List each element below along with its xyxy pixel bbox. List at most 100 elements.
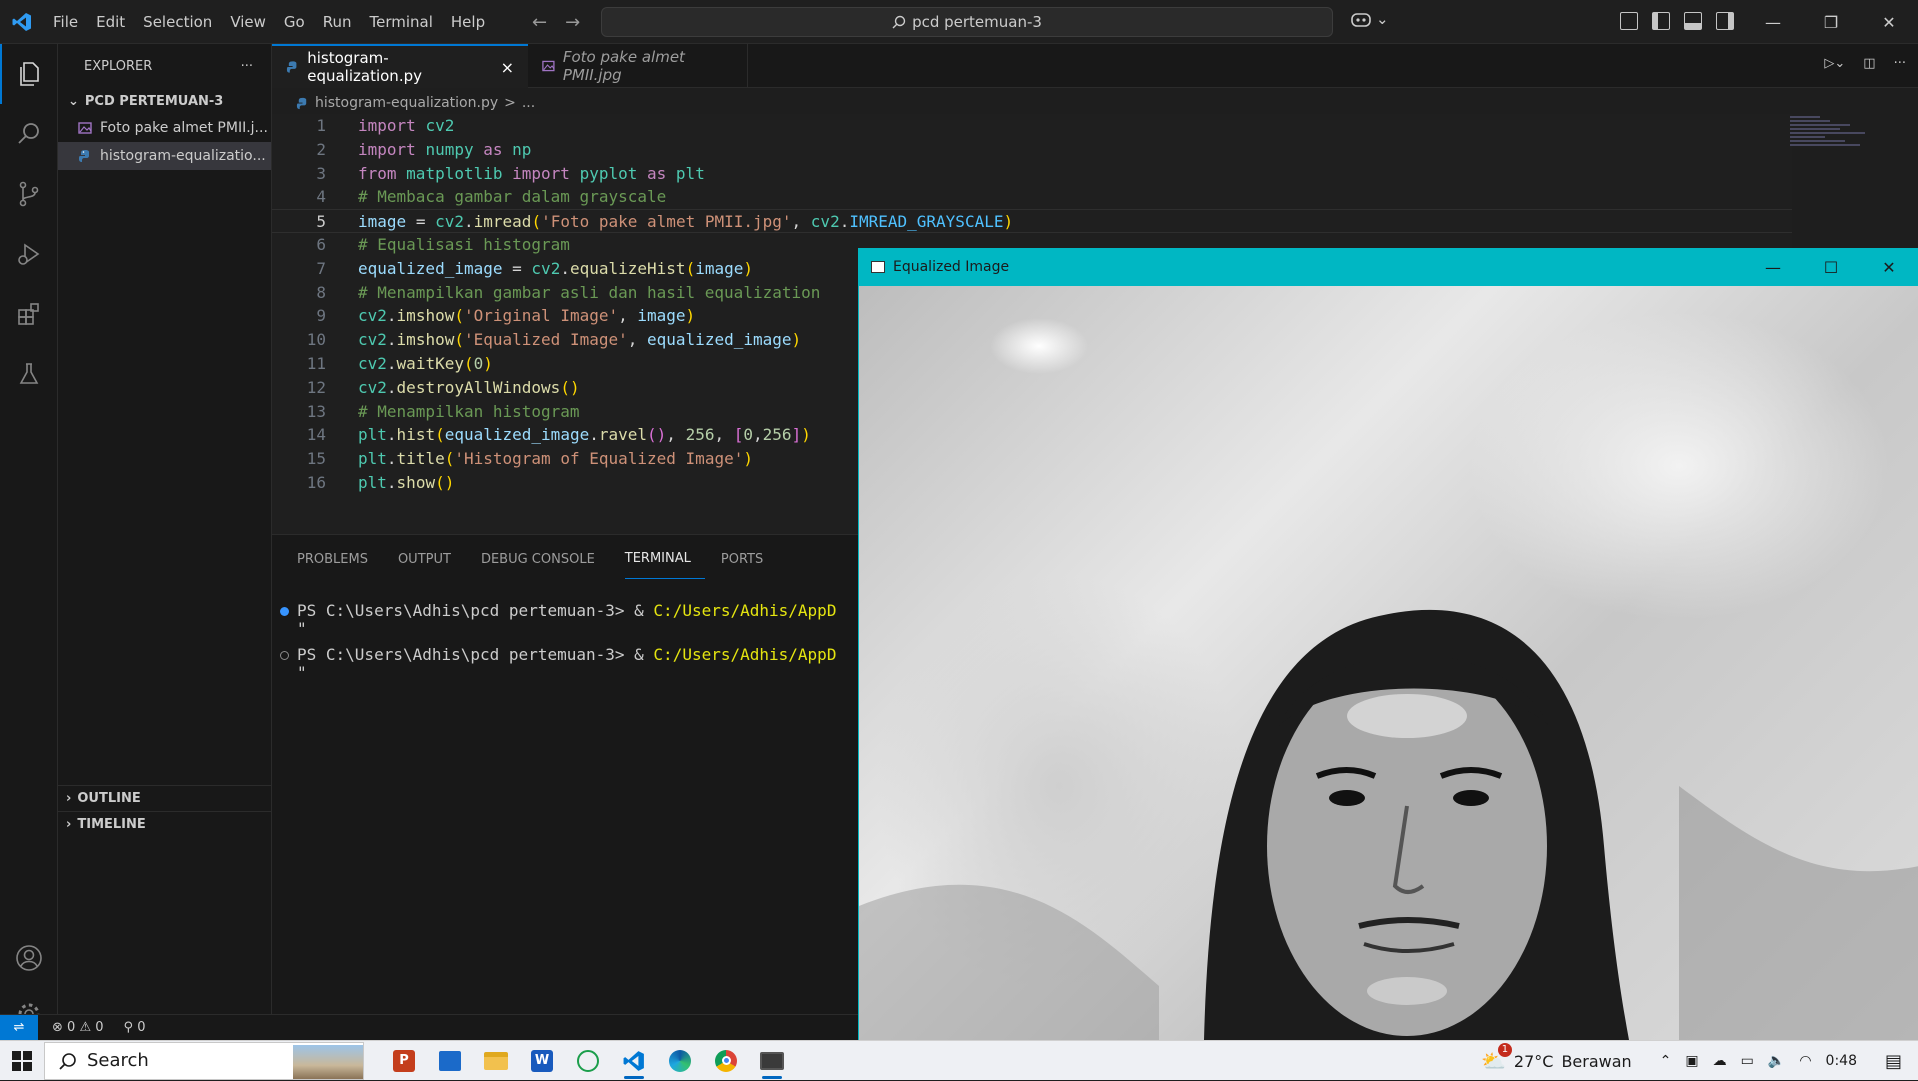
minimize-icon[interactable]: — bbox=[1744, 0, 1802, 44]
menu-bar: File Edit Selection View Go Run Terminal… bbox=[44, 0, 494, 44]
toggle-panel-icon[interactable] bbox=[1684, 12, 1702, 30]
explorer-title: EXPLORER bbox=[84, 58, 153, 74]
volume-icon[interactable]: 🔈 bbox=[1768, 1053, 1785, 1069]
menu-view[interactable]: View bbox=[221, 0, 275, 44]
maximize-icon[interactable]: ☐ bbox=[1802, 248, 1860, 286]
word-icon[interactable]: W bbox=[524, 1043, 560, 1079]
keyword: as bbox=[647, 163, 667, 183]
tab-terminal[interactable]: TERMINAL bbox=[624, 547, 705, 579]
file-label: histogram-equalizatio... bbox=[100, 148, 266, 164]
close-icon[interactable]: × bbox=[501, 58, 514, 77]
menu-terminal[interactable]: Terminal bbox=[361, 0, 442, 44]
tab-label: histogram-equalization.py bbox=[307, 49, 422, 85]
weather-widget[interactable]: ⛅ 1 27°C Berawan bbox=[1481, 1043, 1632, 1073]
tab-problems[interactable]: PROBLEMS bbox=[297, 547, 382, 579]
onedrive-cloud-icon[interactable]: ☁ bbox=[1713, 1053, 1727, 1069]
run-python-icon[interactable]: ▷⌄ bbox=[1824, 56, 1845, 71]
function: equalizeHist bbox=[569, 258, 686, 278]
source-control-icon[interactable] bbox=[0, 164, 58, 224]
module: cv2 bbox=[425, 116, 455, 135]
copilot-button[interactable]: ⌄ bbox=[1350, 10, 1389, 28]
module: plt bbox=[358, 472, 387, 492]
menu-run[interactable]: Run bbox=[314, 0, 361, 44]
breadcrumb-symbols[interactable]: ... bbox=[522, 95, 535, 111]
file-item-foto[interactable]: Foto pake almet PMII.j... bbox=[58, 114, 271, 142]
code-line: 2 import numpy as np bbox=[272, 138, 1792, 162]
ports-status[interactable]: ⚲ 0 bbox=[124, 1020, 146, 1035]
menu-edit[interactable]: Edit bbox=[87, 0, 134, 44]
more-actions-icon[interactable]: ··· bbox=[241, 59, 253, 74]
broadcast-icon: ⚲ bbox=[123, 1020, 134, 1035]
problems-status[interactable]: ⊗ 0 ⚠ 0 bbox=[52, 1020, 104, 1035]
testing-icon[interactable] bbox=[0, 344, 58, 404]
file-explorer-icon[interactable] bbox=[478, 1043, 514, 1079]
keyword: import bbox=[358, 116, 416, 135]
customize-layout-icon[interactable] bbox=[1620, 12, 1638, 30]
line-number: 9 bbox=[316, 306, 326, 326]
window-controls: — ❐ ✕ bbox=[1744, 0, 1918, 44]
split-editor-icon[interactable]: ◫ bbox=[1863, 56, 1875, 71]
toggle-primary-sidebar-icon[interactable] bbox=[1652, 12, 1670, 30]
error-icon: ⊗ bbox=[52, 1020, 63, 1035]
toggle-secondary-sidebar-icon[interactable] bbox=[1716, 12, 1734, 30]
tab-histogram-equalization[interactable]: histogram-equalization.py × bbox=[272, 44, 528, 88]
meet-now-icon[interactable]: ▣ bbox=[1685, 1053, 1698, 1069]
more-actions-icon[interactable]: ··· bbox=[1894, 56, 1906, 71]
microsoft-store-icon[interactable] bbox=[432, 1043, 468, 1079]
function: imread bbox=[473, 212, 532, 232]
extensions-icon[interactable] bbox=[0, 284, 58, 344]
run-debug-icon[interactable] bbox=[0, 224, 58, 284]
file-item-histogram[interactable]: histogram-equalizatio... bbox=[58, 142, 271, 170]
restore-icon[interactable]: ❐ bbox=[1802, 0, 1860, 44]
python-window-icon[interactable] bbox=[754, 1043, 790, 1079]
function: destroyAllWindows bbox=[396, 377, 561, 397]
menu-file[interactable]: File bbox=[44, 0, 87, 44]
close-icon[interactable]: ✕ bbox=[1860, 248, 1918, 286]
menu-go[interactable]: Go bbox=[275, 0, 314, 44]
module: cv2 bbox=[358, 377, 387, 397]
search-icon[interactable] bbox=[0, 104, 58, 164]
back-arrow-icon[interactable]: ← bbox=[532, 12, 547, 33]
tab-output[interactable]: OUTPUT bbox=[398, 547, 465, 579]
chrome-icon[interactable] bbox=[708, 1043, 744, 1079]
function: waitKey bbox=[396, 353, 464, 373]
activity-bar: 1 bbox=[0, 44, 58, 1034]
vscode-icon[interactable] bbox=[616, 1043, 652, 1079]
clock[interactable]: 0:48 bbox=[1826, 1053, 1857, 1069]
argument: equalized_image bbox=[647, 330, 792, 350]
code-line: 3 from matplotlib import pyplot as plt bbox=[272, 162, 1792, 186]
tab-debug-console[interactable]: DEBUG CONSOLE bbox=[481, 547, 609, 579]
tab-foto-pake-almet[interactable]: Foto pake almet PMII.jpg bbox=[528, 44, 748, 88]
timeline-section[interactable]: › TIMELINE bbox=[58, 811, 272, 837]
taskbar-search[interactable]: Search bbox=[44, 1041, 364, 1080]
menu-selection[interactable]: Selection bbox=[134, 0, 221, 44]
remote-indicator-icon[interactable]: ⇌ bbox=[0, 1014, 38, 1041]
whatsapp-icon[interactable] bbox=[570, 1043, 606, 1079]
image-window-titlebar[interactable]: Equalized Image — ☐ ✕ bbox=[859, 248, 1918, 286]
minimize-icon[interactable]: — bbox=[1744, 248, 1802, 286]
explorer-icon[interactable] bbox=[0, 44, 58, 104]
command-pending-dot bbox=[280, 651, 289, 660]
battery-icon[interactable]: ▭ bbox=[1741, 1053, 1754, 1069]
equalized-grayscale-photo bbox=[859, 286, 1918, 1040]
breadcrumb-file[interactable]: histogram-equalization.py bbox=[315, 95, 498, 111]
number: 0 bbox=[743, 425, 754, 445]
wifi-icon[interactable]: ◠ bbox=[1799, 1053, 1811, 1069]
minimap[interactable] bbox=[1790, 114, 1890, 154]
string: 'Equalized Image' bbox=[463, 330, 628, 350]
outline-section[interactable]: › OUTLINE bbox=[58, 785, 272, 811]
command-center[interactable]: pcd pertemuan-3 bbox=[601, 7, 1333, 37]
forward-arrow-icon[interactable]: → bbox=[565, 12, 580, 33]
windows-start-icon[interactable] bbox=[0, 1041, 44, 1081]
folder-pcd-pertemuan-3[interactable]: ⌄ PCD PERTEMUAN-3 bbox=[58, 88, 271, 114]
function: title bbox=[396, 449, 445, 469]
weather-temp: 27°C bbox=[1513, 1051, 1554, 1071]
chevron-up-icon[interactable]: ⌃ bbox=[1660, 1053, 1672, 1069]
accounts-icon[interactable] bbox=[0, 930, 58, 986]
tab-ports[interactable]: PORTS bbox=[721, 547, 777, 579]
edge-icon[interactable] bbox=[662, 1043, 698, 1079]
notifications-icon[interactable]: ▤ bbox=[1885, 1051, 1902, 1072]
powerpoint-icon[interactable]: P bbox=[386, 1043, 422, 1079]
menu-help[interactable]: Help bbox=[442, 0, 494, 44]
close-icon[interactable]: ✕ bbox=[1860, 0, 1918, 44]
